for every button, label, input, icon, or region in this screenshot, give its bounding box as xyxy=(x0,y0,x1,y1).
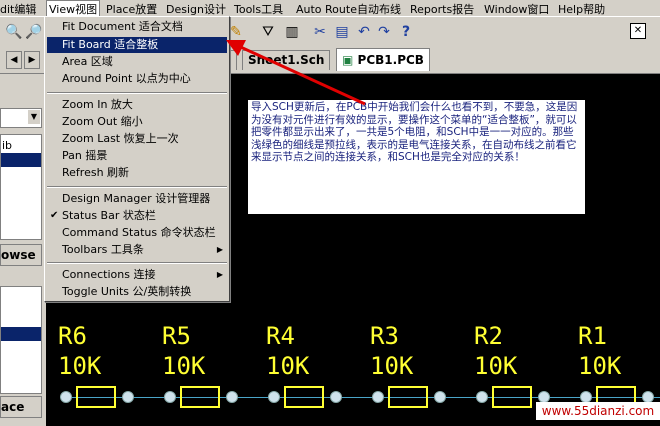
redo-icon[interactable]: ↷ xyxy=(374,22,394,42)
browse-button[interactable]: owse xyxy=(0,244,42,266)
resistor-footprint[interactable] xyxy=(284,386,324,408)
component-list-selected[interactable] xyxy=(1,327,41,341)
library-list[interactable]: ib xyxy=(0,134,42,240)
pad[interactable] xyxy=(476,391,488,403)
design-manager-panel: ▼ ib owse ace xyxy=(0,74,44,426)
ratsnest-line xyxy=(60,397,660,398)
menu-item-connections[interactable]: Connections 连接 ▶ xyxy=(47,267,227,283)
component-ref-label: R5 xyxy=(162,322,191,350)
submenu-arrow-icon: ▶ xyxy=(216,270,223,279)
menu-item-design-manager[interactable]: Design Manager 设计管理器 xyxy=(47,191,227,207)
pad[interactable] xyxy=(330,391,342,403)
menu-view[interactable]: View视图 xyxy=(46,0,101,16)
help-icon[interactable]: ? xyxy=(396,22,416,42)
menu-separator xyxy=(47,262,227,264)
menu-item-command-status[interactable]: Command Status 命令状态栏 xyxy=(47,225,227,241)
pad[interactable] xyxy=(226,391,238,403)
menu-help[interactable]: Help帮助 xyxy=(558,1,605,17)
menu-design[interactable]: Design设计 xyxy=(166,1,226,17)
menu-item-toggle-units[interactable]: Toggle Units 公/英制转换 xyxy=(47,284,227,300)
menu-item-around-point[interactable]: Around Point 以点为中心 xyxy=(47,71,227,87)
view-menu-dropdown: Fit Document 适合文档 Fit Board 适合整板 Area 区域… xyxy=(44,16,230,302)
zoom-in-icon[interactable]: 🔍 xyxy=(4,22,24,42)
watermark: www.55dianzi.com xyxy=(536,402,660,420)
menu-bar: dit编辑 View视图 Place放置 Design设计 Tools工具 Au… xyxy=(0,0,660,16)
menu-item-area[interactable]: Area 区域 xyxy=(47,54,227,70)
menu-separator xyxy=(47,186,227,188)
annotation-note: 导入SCH更新后，在PCB中开始我们会什么也看不到，不要急，这是因为没有对元件进… xyxy=(248,100,585,214)
menu-window[interactable]: Window窗口 xyxy=(484,1,549,17)
library-list-item[interactable]: ib xyxy=(2,139,12,152)
chevron-down-icon[interactable]: ▼ xyxy=(28,110,40,124)
component-value-label: 10K xyxy=(370,352,414,380)
menu-item-refresh[interactable]: Refresh 刷新 xyxy=(47,165,227,181)
menu-item-pan[interactable]: Pan 摇景 xyxy=(47,148,227,164)
resistor-footprint[interactable] xyxy=(492,386,532,408)
panel-select[interactable]: ▼ xyxy=(0,108,42,128)
zoom-out-icon[interactable]: 🔎 xyxy=(24,22,44,42)
pad[interactable] xyxy=(268,391,280,403)
resistor-footprint[interactable] xyxy=(76,386,116,408)
menu-tools[interactable]: Tools工具 xyxy=(234,1,283,17)
pad[interactable] xyxy=(164,391,176,403)
menu-item-fit-board[interactable]: Fit Board 适合整板 xyxy=(47,37,227,53)
component-ref-label: R4 xyxy=(266,322,295,350)
checkmark-icon: ✔ xyxy=(50,210,59,221)
component-ref-label: R1 xyxy=(578,322,607,350)
pad[interactable] xyxy=(60,391,72,403)
tab-scroll-left-icon[interactable]: ◀ xyxy=(6,51,22,69)
place-button[interactable]: ace xyxy=(0,396,42,418)
menu-reports[interactable]: Reports报告 xyxy=(410,1,474,17)
pad[interactable] xyxy=(122,391,134,403)
menu-item-fit-document[interactable]: Fit Document 适合文档 xyxy=(47,19,227,35)
red-arrow-icon xyxy=(226,40,366,106)
menu-item-status-bar[interactable]: ✔ Status Bar 状态栏 xyxy=(47,208,227,224)
menu-edit[interactable]: dit编辑 xyxy=(0,1,36,17)
menu-item-zoom-in[interactable]: Zoom In 放大 xyxy=(47,97,227,113)
component-ref-label: R3 xyxy=(370,322,399,350)
component-ref-label: R2 xyxy=(474,322,503,350)
menu-item-toolbars[interactable]: Toolbars 工具条 ▶ xyxy=(47,242,227,258)
component-value-label: 10K xyxy=(474,352,518,380)
menu-separator xyxy=(47,92,227,94)
component-value-label: 10K xyxy=(266,352,310,380)
component-value-label: 10K xyxy=(578,352,622,380)
component-list[interactable] xyxy=(0,286,42,394)
pad[interactable] xyxy=(434,391,446,403)
submenu-arrow-icon: ▶ xyxy=(216,245,223,254)
close-icon[interactable]: ✕ xyxy=(630,23,646,39)
pad[interactable] xyxy=(372,391,384,403)
component-value-label: 10K xyxy=(58,352,102,380)
tab-scroll-right-icon[interactable]: ▶ xyxy=(24,51,40,69)
component-value-label: 10K xyxy=(162,352,206,380)
menu-auto-route[interactable]: Auto Route自动布线 xyxy=(296,1,401,17)
component-ref-label: R6 xyxy=(58,322,87,350)
resistor-footprint[interactable] xyxy=(388,386,428,408)
menu-item-zoom-last[interactable]: Zoom Last 恢复上一次 xyxy=(47,131,227,147)
resistor-footprint[interactable] xyxy=(180,386,220,408)
menu-item-zoom-out[interactable]: Zoom Out 缩小 xyxy=(47,114,227,130)
library-list-selected[interactable] xyxy=(1,153,41,167)
menu-place[interactable]: Place放置 xyxy=(106,1,157,17)
